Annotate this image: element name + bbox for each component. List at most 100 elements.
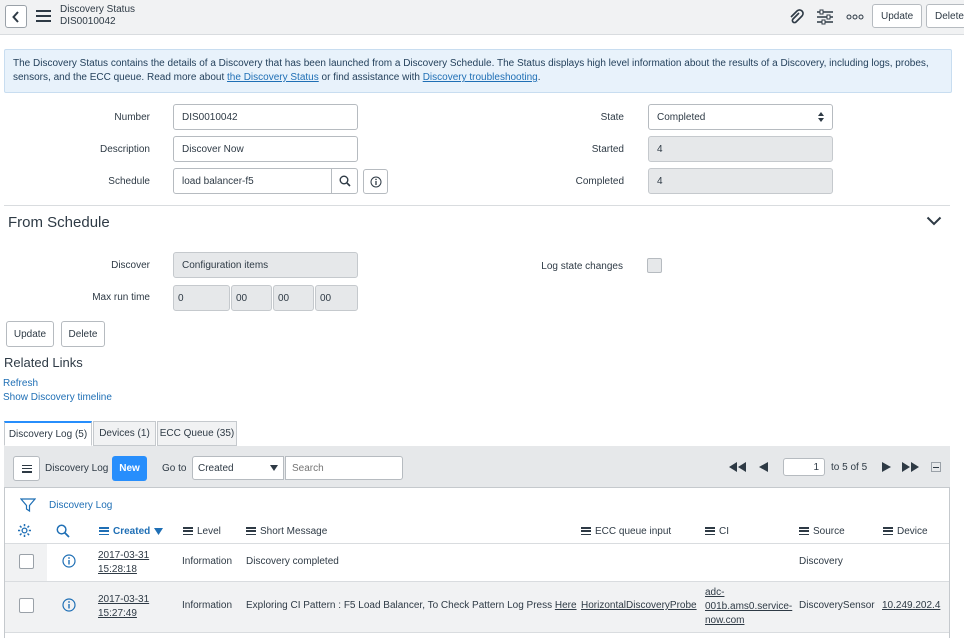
- troubleshooting-link[interactable]: Discovery troubleshooting: [423, 72, 538, 83]
- column-header-device[interactable]: Device: [883, 521, 928, 541]
- schedule-info-button[interactable]: [363, 169, 388, 194]
- column-header-source-label: Source: [813, 525, 845, 537]
- list-personalize-gear-icon[interactable]: [17, 523, 32, 538]
- form-record-number: DIS0010042: [60, 16, 116, 27]
- row-ci[interactable]: adc- 001b.ams0.service- now.com: [705, 586, 792, 628]
- list-breadcrumb[interactable]: Discovery Log: [49, 500, 112, 511]
- tab-ecc-queue[interactable]: ECC Queue (35): [157, 421, 237, 446]
- list-menu-button[interactable]: [13, 456, 40, 481]
- column-header-ci[interactable]: CI: [705, 521, 729, 541]
- column-header-level-label: Level: [197, 525, 221, 537]
- row-source: DiscoverySensor: [799, 600, 875, 611]
- menu-icon[interactable]: [36, 10, 51, 22]
- settings-sliders-icon[interactable]: [815, 7, 835, 27]
- new-button[interactable]: New: [112, 456, 147, 481]
- schedule-lookup-button[interactable]: [331, 168, 358, 194]
- caret-down-icon: [270, 465, 278, 471]
- column-header-short-message-label: Short Message: [260, 525, 328, 537]
- chevron-down-icon[interactable]: [926, 216, 944, 230]
- column-header-created[interactable]: Created: [99, 521, 164, 541]
- tab-discovery-log[interactable]: Discovery Log (5): [4, 421, 92, 446]
- started-field: 4: [648, 136, 833, 162]
- max-run-hours-field: 00: [231, 285, 272, 311]
- row-created-date: 2017-03-31: [98, 550, 150, 561]
- more-options-icon[interactable]: [845, 7, 865, 27]
- number-field[interactable]: DIS0010042: [173, 104, 358, 130]
- discovery-status-link[interactable]: the Discovery Status: [227, 72, 319, 83]
- state-label: State: [600, 112, 624, 123]
- column-menu-icon: [705, 527, 715, 535]
- row-info-icon[interactable]: [62, 554, 77, 569]
- goto-field-select[interactable]: Created: [192, 456, 284, 480]
- pattern-log-here-link[interactable]: Here: [555, 600, 577, 611]
- row-created[interactable]: 2017-03-31 15:28:18: [98, 549, 149, 577]
- collapse-list-icon[interactable]: [931, 462, 941, 472]
- row-ci-line-3: now.com: [705, 615, 745, 626]
- column-menu-icon: [799, 527, 809, 535]
- column-menu-icon: [246, 527, 256, 535]
- attachment-icon[interactable]: [786, 7, 806, 27]
- row-checkbox[interactable]: [19, 554, 34, 569]
- state-select[interactable]: Completed: [648, 104, 833, 130]
- last-page-icon[interactable]: [902, 462, 920, 474]
- discovery-timeline-link[interactable]: Show Discovery timeline: [3, 392, 112, 403]
- started-label: Started: [591, 144, 624, 155]
- schedule-field[interactable]: load balancer-f5: [173, 168, 332, 194]
- row-ci-line-2: 001b.ams0.service-: [705, 601, 793, 612]
- row-ecc-queue-input[interactable]: HorizontalDiscoveryProbe: [581, 600, 697, 611]
- update-button[interactable]: Update: [6, 321, 54, 347]
- info-circle-icon: [370, 176, 381, 187]
- page-number-input[interactable]: 1: [783, 458, 825, 476]
- column-menu-icon: [883, 527, 893, 535]
- column-header-short-message[interactable]: Short Message: [246, 521, 327, 541]
- column-header-source[interactable]: Source: [799, 521, 845, 541]
- tab-devices[interactable]: Devices (1): [93, 421, 156, 446]
- first-page-icon[interactable]: [729, 462, 747, 474]
- previous-page-icon[interactable]: [759, 462, 769, 474]
- row-level: Information: [182, 556, 233, 567]
- section-divider: [4, 205, 950, 206]
- info-text-2: or find assistance with: [318, 72, 423, 83]
- column-header-device-label: Device: [897, 525, 928, 537]
- goto-label: Go to: [162, 463, 187, 474]
- back-button[interactable]: [5, 5, 27, 28]
- search-icon: [339, 175, 351, 187]
- row-checkbox[interactable]: [19, 598, 34, 613]
- max-run-minutes-field: 00: [273, 285, 314, 311]
- chevron-left-icon: [12, 10, 19, 23]
- row-created[interactable]: 2017-03-31 15:27:49: [98, 593, 149, 621]
- delete-button[interactable]: Delete: [61, 321, 105, 347]
- column-search-icon[interactable]: [56, 524, 71, 539]
- from-schedule-title: From Schedule: [8, 214, 110, 231]
- log-state-changes-checkbox[interactable]: [647, 258, 662, 273]
- state-value: Completed: [657, 111, 706, 123]
- filter-icon[interactable]: [19, 497, 37, 513]
- log-state-changes-label: Log state changes: [541, 261, 623, 272]
- header-delete-button[interactable]: Delete: [926, 4, 964, 28]
- max-run-time-label: Max run time: [92, 292, 150, 303]
- header-update-button[interactable]: Update: [872, 4, 923, 28]
- info-banner: The Discovery Status contains the detail…: [4, 49, 952, 93]
- column-menu-icon: [183, 527, 193, 535]
- row-short-message: Discovery completed: [246, 556, 339, 567]
- column-header-level[interactable]: Level: [183, 521, 221, 541]
- row-level: Information: [182, 600, 233, 611]
- form-title-text: Discovery Status: [60, 4, 136, 15]
- completed-field: 4: [648, 168, 833, 194]
- row-short-message: Exploring CI Pattern : F5 Load Balancer,…: [246, 600, 577, 611]
- refresh-link[interactable]: Refresh: [3, 378, 38, 389]
- description-field[interactable]: Discover Now: [173, 136, 358, 162]
- row-short-message-text: Exploring CI Pattern : F5 Load Balancer,…: [246, 600, 555, 611]
- list-title: Discovery Log: [45, 463, 109, 474]
- page-count-text: to 5 of 5: [831, 462, 868, 473]
- row-device[interactable]: 10.249.202.4: [882, 600, 940, 611]
- column-header-created-label: Created: [113, 525, 151, 537]
- column-header-ecc-queue-input[interactable]: ECC queue input: [581, 521, 671, 541]
- next-page-icon[interactable]: [882, 462, 892, 474]
- schedule-label: Schedule: [108, 176, 150, 187]
- discover-field: Configuration items: [173, 252, 358, 278]
- row-created-date: 2017-03-31: [98, 594, 150, 605]
- list-search-input[interactable]: [285, 456, 403, 480]
- row-info-icon[interactable]: [62, 598, 77, 613]
- row-created-time: 15:28:18: [98, 564, 137, 575]
